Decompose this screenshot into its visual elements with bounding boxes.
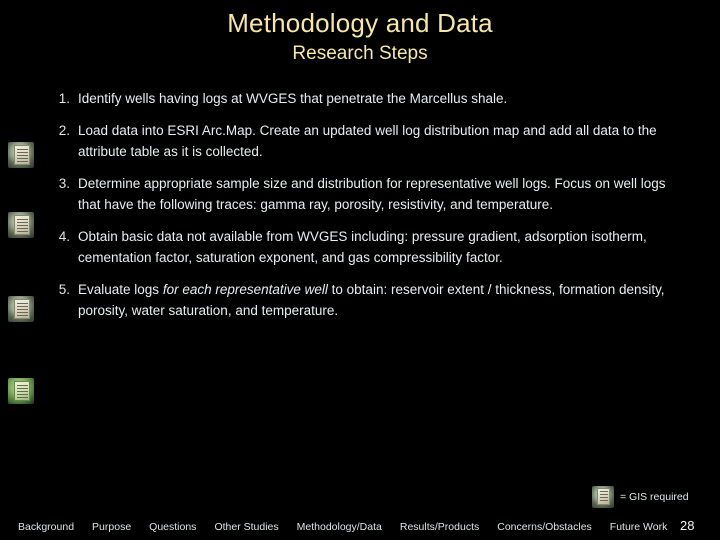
nav-link-background[interactable]: Background bbox=[18, 521, 74, 533]
gis-legend-icon bbox=[592, 486, 614, 508]
gis-required-icon bbox=[8, 296, 34, 322]
list-item-text-emphasis: for each representative well bbox=[162, 282, 328, 297]
list-item-text: Load data into ESRI Arc.Map. Create an u… bbox=[78, 123, 657, 159]
footer-navigation: Background Purpose Questions Other Studi… bbox=[18, 521, 667, 533]
gis-required-icon bbox=[8, 142, 34, 168]
slide-subtitle: Research Steps bbox=[292, 43, 428, 64]
document-icon bbox=[14, 381, 30, 401]
nav-link-methodology-data[interactable]: Methodology/Data bbox=[297, 521, 382, 533]
nav-link-results-products[interactable]: Results/Products bbox=[400, 521, 479, 533]
list-item: 3. Determine appropriate sample size and… bbox=[40, 173, 690, 215]
nav-link-concerns-obstacles[interactable]: Concerns/Obstacles bbox=[497, 521, 592, 533]
document-icon bbox=[14, 299, 30, 319]
list-item: 4. Obtain basic data not available from … bbox=[40, 226, 690, 268]
slide-title: Methodology and Data bbox=[227, 8, 493, 38]
nav-link-future-work[interactable]: Future Work bbox=[610, 521, 668, 533]
list-item: 2. Load data into ESRI Arc.Map. Create a… bbox=[40, 120, 690, 162]
list-item-number: 3. bbox=[58, 176, 70, 191]
nav-link-questions[interactable]: Questions bbox=[149, 521, 196, 533]
list-item-text: Determine appropriate sample size and di… bbox=[78, 176, 666, 212]
list-item-number: 4. bbox=[58, 229, 70, 244]
slide-canvas: Methodology and Data Research Steps 1. I… bbox=[0, 0, 720, 540]
gis-legend-label: = GIS required bbox=[620, 491, 689, 503]
document-icon bbox=[14, 215, 30, 235]
research-steps-list: 1. Identify wells having logs at WVGES t… bbox=[40, 88, 690, 332]
list-item: 1. Identify wells having logs at WVGES t… bbox=[40, 88, 690, 109]
list-item-number: 5. bbox=[58, 282, 70, 297]
page-number: 28 bbox=[680, 518, 695, 533]
gis-required-icon bbox=[8, 378, 34, 404]
document-icon bbox=[14, 145, 30, 165]
nav-link-other-studies[interactable]: Other Studies bbox=[214, 521, 278, 533]
list-item-text: Evaluate logs for each representative we… bbox=[78, 279, 690, 321]
list-item-number: 1. bbox=[58, 91, 70, 106]
list-item-text: Obtain basic data not available from WVG… bbox=[78, 229, 647, 265]
nav-link-purpose[interactable]: Purpose bbox=[92, 521, 131, 533]
gis-required-icon bbox=[8, 212, 34, 238]
list-item-text: Identify wells having logs at WVGES that… bbox=[78, 91, 508, 106]
list-item: 5. Evaluate logs for each representative… bbox=[40, 279, 690, 321]
gis-legend: = GIS required bbox=[592, 486, 689, 508]
list-item-text-pre: Evaluate logs bbox=[78, 282, 163, 297]
document-icon bbox=[597, 488, 610, 505]
list-item-number: 2. bbox=[58, 123, 70, 138]
